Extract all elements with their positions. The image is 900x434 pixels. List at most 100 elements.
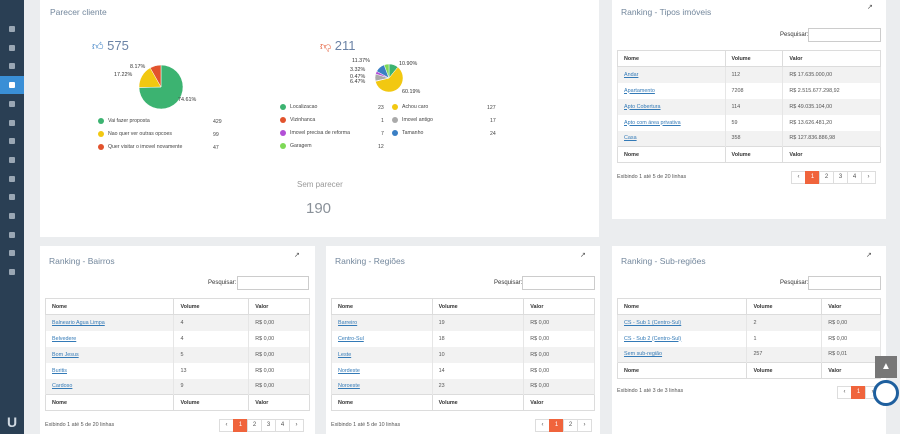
row-link[interactable]: Apto Cobertura xyxy=(624,104,661,110)
row-link[interactable]: Leste xyxy=(338,352,351,358)
table-cell[interactable]: Bom Jesus xyxy=(44,346,175,363)
row-link[interactable]: Balneario Agua Limpa xyxy=(52,320,105,326)
sidebar-item[interactable] xyxy=(0,244,24,262)
table-cell[interactable]: Apto Cobertura xyxy=(617,98,726,115)
column-header[interactable]: Valor xyxy=(523,394,595,411)
table-cell[interactable]: Andar xyxy=(617,66,726,83)
table-cell[interactable]: Apto com área privativa xyxy=(617,114,726,131)
page-button[interactable]: › xyxy=(289,419,304,432)
page-button[interactable]: 2 xyxy=(247,419,262,432)
page-button[interactable]: ‹ xyxy=(535,419,550,432)
column-header[interactable]: Volume xyxy=(431,394,525,411)
table-cell[interactable]: Barreiro xyxy=(331,314,433,331)
row-link[interactable]: Centro-Sul xyxy=(338,336,364,342)
table-cell[interactable]: Apartamento xyxy=(617,82,726,99)
row-link[interactable]: Sem sub-região xyxy=(624,351,662,357)
sidebar-item[interactable] xyxy=(0,207,24,225)
row-link[interactable]: CS - Sub 1 (Centro-Sul) xyxy=(624,320,681,326)
search-input[interactable] xyxy=(808,276,881,290)
column-header[interactable]: Nome xyxy=(617,50,726,67)
row-link[interactable]: Apartamento xyxy=(624,88,655,94)
sidebar-item[interactable] xyxy=(0,263,24,281)
sidebar-item[interactable] xyxy=(0,132,24,150)
sidebar-item[interactable] xyxy=(0,151,24,169)
page-button[interactable]: 2 xyxy=(563,419,578,432)
table-cell[interactable]: Noroeste xyxy=(331,378,433,395)
page-button[interactable]: ‹ xyxy=(219,419,234,432)
column-header[interactable]: Nome xyxy=(331,298,433,315)
sidebar-item[interactable] xyxy=(0,95,24,113)
row-link[interactable]: Barreiro xyxy=(338,320,357,326)
sidebar-item[interactable] xyxy=(0,20,24,38)
column-header[interactable]: Volume xyxy=(173,298,250,315)
sidebar-item[interactable] xyxy=(0,188,24,206)
column-header[interactable]: Volume xyxy=(724,146,784,163)
row-link[interactable]: Andar xyxy=(624,72,638,78)
column-header[interactable]: Nome xyxy=(616,362,748,379)
row-link[interactable]: CS - Sub 2 (Centro-Sul) xyxy=(624,336,681,342)
sidebar-item[interactable] xyxy=(0,57,24,75)
chat-bubble-icon[interactable] xyxy=(873,380,899,406)
table-cell[interactable]: Centro-Sul xyxy=(331,330,433,347)
row-link[interactable]: Buritis xyxy=(52,368,67,374)
sidebar-item[interactable] xyxy=(0,76,24,95)
sidebar-item[interactable] xyxy=(0,39,24,57)
row-link[interactable]: Nordeste xyxy=(338,368,360,374)
sidebar-item[interactable] xyxy=(0,170,24,188)
column-header[interactable]: Valor xyxy=(782,50,881,67)
page-button[interactable]: › xyxy=(577,419,592,432)
column-header[interactable]: Valor xyxy=(821,362,881,379)
column-header[interactable]: Valor xyxy=(523,298,595,315)
row-link[interactable]: Noroeste xyxy=(338,383,360,389)
page-button[interactable]: 3 xyxy=(261,419,276,432)
column-header[interactable]: Volume xyxy=(746,362,823,379)
line-chart-icon[interactable]: ↗ xyxy=(867,4,876,11)
page-button[interactable]: › xyxy=(861,171,876,184)
table-cell[interactable]: Nordeste xyxy=(331,362,433,379)
table-cell[interactable]: CS - Sub 1 (Centro-Sul) xyxy=(616,314,748,331)
column-header[interactable]: Valor xyxy=(821,298,881,315)
scroll-top-button[interactable]: ▲ xyxy=(875,356,897,378)
table-cell[interactable]: CS - Sub 2 (Centro-Sul) xyxy=(616,330,748,347)
column-header[interactable]: Valor xyxy=(782,146,881,163)
line-chart-icon[interactable]: ↗ xyxy=(580,252,589,259)
page-button[interactable]: ‹ xyxy=(791,171,806,184)
page-button[interactable]: 1 xyxy=(851,386,866,399)
search-input[interactable] xyxy=(808,28,881,42)
column-header[interactable]: Nome xyxy=(617,146,726,163)
table-cell[interactable]: Balneario Agua Limpa xyxy=(44,314,175,331)
row-link[interactable]: Cardoso xyxy=(52,383,72,389)
table-cell[interactable]: Cardoso xyxy=(44,378,175,395)
column-header[interactable]: Volume xyxy=(173,394,250,411)
column-header[interactable]: Nome xyxy=(44,394,175,411)
column-header[interactable]: Volume xyxy=(431,298,525,315)
app-logo[interactable]: U xyxy=(4,414,20,430)
page-button[interactable]: 1 xyxy=(805,171,820,184)
column-header[interactable]: Volume xyxy=(724,50,784,67)
page-button[interactable]: 2 xyxy=(819,171,834,184)
table-cell[interactable]: Buritis xyxy=(44,362,175,379)
row-link[interactable]: Apto com área privativa xyxy=(624,120,681,126)
search-input[interactable] xyxy=(522,276,595,290)
column-header[interactable]: Valor xyxy=(248,394,310,411)
table-cell[interactable]: Belvedere xyxy=(44,330,175,347)
search-input[interactable] xyxy=(237,276,309,290)
page-button[interactable]: 3 xyxy=(833,171,848,184)
page-button[interactable]: ‹ xyxy=(837,386,852,399)
row-link[interactable]: Belvedere xyxy=(52,336,76,342)
table-cell[interactable]: Casa xyxy=(617,130,726,147)
table-cell[interactable]: Sem sub-região xyxy=(616,346,748,363)
page-button[interactable]: 1 xyxy=(549,419,564,432)
line-chart-icon[interactable]: ↗ xyxy=(866,252,875,259)
column-header[interactable]: Nome xyxy=(616,298,748,315)
sidebar-item[interactable] xyxy=(0,226,24,244)
table-cell[interactable]: Leste xyxy=(331,346,433,363)
column-header[interactable]: Nome xyxy=(44,298,175,315)
line-chart-icon[interactable]: ↗ xyxy=(294,252,303,259)
page-button[interactable]: 1 xyxy=(233,419,248,432)
sidebar-item[interactable] xyxy=(0,114,24,132)
row-link[interactable]: Casa xyxy=(624,135,637,141)
column-header[interactable]: Nome xyxy=(331,394,433,411)
column-header[interactable]: Volume xyxy=(746,298,823,315)
page-button[interactable]: 4 xyxy=(275,419,290,432)
